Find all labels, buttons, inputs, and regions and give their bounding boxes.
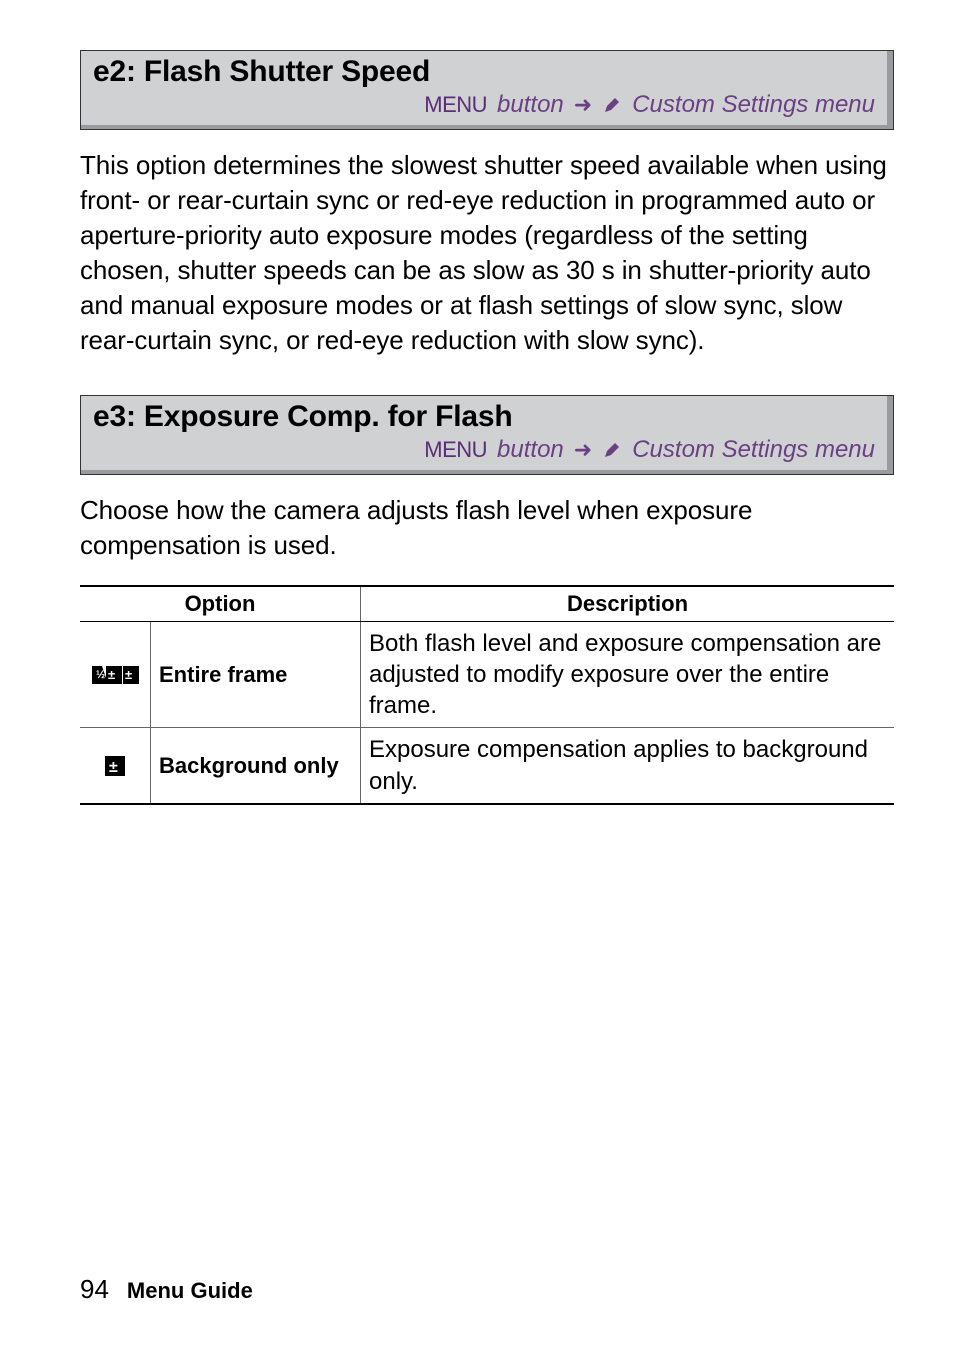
section-card-inner: e3: Exposure Comp. for Flash MENU button… [81, 396, 893, 474]
svg-text:±: ± [125, 667, 132, 682]
arrow-icon: ➜ [574, 92, 592, 118]
th-option: Option [80, 586, 361, 622]
svg-text:±: ± [109, 759, 118, 776]
crumb-button-word: button [497, 436, 564, 464]
page-footer: 94 Menu Guide [80, 1274, 253, 1305]
entire-frame-icon: ½ ± ± [88, 662, 142, 688]
menu-label: MENU [424, 437, 487, 463]
breadcrumb-e2: MENU button ➜ Custom Settings menu [91, 91, 877, 121]
body-text-e3: Choose how the camera adjusts flash leve… [80, 493, 894, 563]
section-card-e2: e2: Flash Shutter Speed MENU button ➜ Cu… [80, 50, 894, 130]
crumb-button-word: button [497, 91, 564, 119]
table-header-row: Option Description [80, 586, 894, 622]
section-title-e3: e3: Exposure Comp. for Flash [91, 398, 877, 436]
th-description: Description [361, 586, 895, 622]
svg-text:±: ± [108, 667, 115, 682]
crumb-target: Custom Settings menu [632, 436, 875, 464]
svg-text:½: ½ [96, 669, 105, 681]
option-label: Entire frame [159, 662, 287, 687]
option-icon-cell: ½ ± ± [80, 621, 151, 728]
table-row: ± Background only Exposure compensation … [80, 728, 894, 804]
body-text-e2: This option determines the slowest shutt… [80, 148, 894, 359]
section-card-e3: e3: Exposure Comp. for Flash MENU button… [80, 395, 894, 475]
option-label-cell: Entire frame [151, 621, 361, 728]
section-card-inner: e2: Flash Shutter Speed MENU button ➜ Cu… [81, 51, 893, 129]
pencil-icon [602, 95, 622, 115]
option-label-cell: Background only [151, 728, 361, 804]
crumb-target: Custom Settings menu [632, 91, 875, 119]
breadcrumb-e3: MENU button ➜ Custom Settings menu [91, 436, 877, 466]
section-title-e2: e2: Flash Shutter Speed [91, 53, 877, 91]
menu-label: MENU [424, 92, 487, 118]
arrow-icon: ➜ [574, 437, 592, 463]
page-number: 94 [80, 1274, 109, 1305]
option-desc: Both flash level and exposure compensati… [361, 621, 895, 728]
pencil-icon [602, 440, 622, 460]
option-desc: Exposure compensation applies to backgro… [361, 728, 895, 804]
background-only-icon: ± [88, 753, 142, 779]
option-label: Background only [159, 753, 339, 778]
table-row: ½ ± ± Entire frame Both flash level and … [80, 621, 894, 728]
option-icon-cell: ± [80, 728, 151, 804]
footer-label: Menu Guide [127, 1278, 253, 1304]
options-table: Option Description ½ ± ± Entire fr [80, 585, 894, 805]
